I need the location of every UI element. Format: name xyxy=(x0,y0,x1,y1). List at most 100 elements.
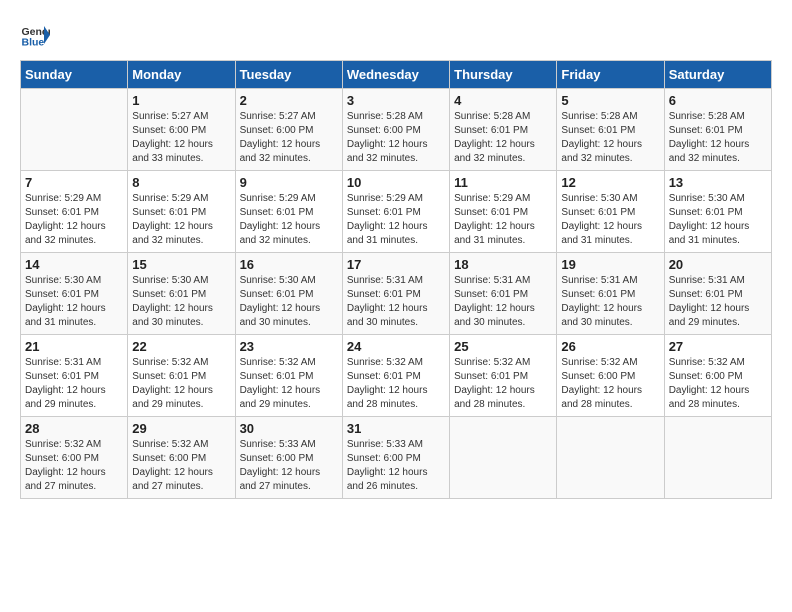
day-info: Sunrise: 5:29 AMSunset: 6:01 PMDaylight:… xyxy=(347,192,445,248)
day-number: 13 xyxy=(669,175,767,190)
day-number: 6 xyxy=(669,93,767,108)
calendar-week-3: 14 Sunrise: 5:30 AMSunset: 6:01 PMDayligh… xyxy=(21,253,772,335)
day-info: Sunrise: 5:31 AMSunset: 6:01 PMDaylight:… xyxy=(561,274,659,330)
day-number: 10 xyxy=(347,175,445,190)
day-number: 20 xyxy=(669,257,767,272)
day-info: Sunrise: 5:31 AMSunset: 6:01 PMDaylight:… xyxy=(347,274,445,330)
calendar-cell: 20 Sunrise: 5:31 AMSunset: 6:01 PMDayligh… xyxy=(664,253,771,335)
day-info: Sunrise: 5:30 AMSunset: 6:01 PMDaylight:… xyxy=(132,274,230,330)
calendar-cell: 3 Sunrise: 5:28 AMSunset: 6:00 PMDaylight… xyxy=(342,89,449,171)
day-info: Sunrise: 5:33 AMSunset: 6:00 PMDaylight:… xyxy=(240,438,338,494)
calendar-cell: 2 Sunrise: 5:27 AMSunset: 6:00 PMDaylight… xyxy=(235,89,342,171)
day-number: 9 xyxy=(240,175,338,190)
day-number: 28 xyxy=(25,421,123,436)
day-number: 11 xyxy=(454,175,552,190)
calendar-cell: 10 Sunrise: 5:29 AMSunset: 6:01 PMDayligh… xyxy=(342,171,449,253)
day-info: Sunrise: 5:28 AMSunset: 6:01 PMDaylight:… xyxy=(669,110,767,166)
calendar-week-4: 21 Sunrise: 5:31 AMSunset: 6:01 PMDayligh… xyxy=(21,335,772,417)
day-info: Sunrise: 5:32 AMSunset: 6:01 PMDaylight:… xyxy=(240,356,338,412)
day-info: Sunrise: 5:27 AMSunset: 6:00 PMDaylight:… xyxy=(240,110,338,166)
calendar-table: Sunday Monday Tuesday Wednesday Thursday… xyxy=(20,60,772,499)
day-info: Sunrise: 5:32 AMSunset: 6:00 PMDaylight:… xyxy=(25,438,123,494)
calendar-week-5: 28 Sunrise: 5:32 AMSunset: 6:00 PMDayligh… xyxy=(21,417,772,499)
header-wednesday: Wednesday xyxy=(342,61,449,89)
calendar-cell: 27 Sunrise: 5:32 AMSunset: 6:00 PMDayligh… xyxy=(664,335,771,417)
day-info: Sunrise: 5:28 AMSunset: 6:01 PMDaylight:… xyxy=(561,110,659,166)
calendar-cell xyxy=(21,89,128,171)
day-number: 21 xyxy=(25,339,123,354)
header-row: Sunday Monday Tuesday Wednesday Thursday… xyxy=(21,61,772,89)
calendar-cell: 5 Sunrise: 5:28 AMSunset: 6:01 PMDaylight… xyxy=(557,89,664,171)
day-number: 24 xyxy=(347,339,445,354)
calendar-cell: 23 Sunrise: 5:32 AMSunset: 6:01 PMDayligh… xyxy=(235,335,342,417)
day-number: 5 xyxy=(561,93,659,108)
calendar-cell: 7 Sunrise: 5:29 AMSunset: 6:01 PMDaylight… xyxy=(21,171,128,253)
calendar-cell: 16Sunrise: 5:30 AMSunset: 6:01 PMDayligh… xyxy=(235,253,342,335)
calendar-cell: 30 Sunrise: 5:33 AMSunset: 6:00 PMDayligh… xyxy=(235,417,342,499)
day-number: 19 xyxy=(561,257,659,272)
logo-icon: General Blue xyxy=(20,20,50,50)
day-number: 18 xyxy=(454,257,552,272)
day-info: Sunrise: 5:32 AMSunset: 6:00 PMDaylight:… xyxy=(561,356,659,412)
calendar-cell: 14 Sunrise: 5:30 AMSunset: 6:01 PMDayligh… xyxy=(21,253,128,335)
header-monday: Monday xyxy=(128,61,235,89)
calendar-cell: 29Sunrise: 5:32 AMSunset: 6:00 PMDayligh… xyxy=(128,417,235,499)
calendar-cell: 25Sunrise: 5:32 AMSunset: 6:01 PMDayligh… xyxy=(450,335,557,417)
calendar-cell: 15 Sunrise: 5:30 AMSunset: 6:01 PMDayligh… xyxy=(128,253,235,335)
calendar-cell: 11 Sunrise: 5:29 AMSunset: 6:01 PMDayligh… xyxy=(450,171,557,253)
logo: General Blue xyxy=(20,20,50,50)
day-number: 27 xyxy=(669,339,767,354)
calendar-cell: 13 Sunrise: 5:30 AMSunset: 6:01 PMDayligh… xyxy=(664,171,771,253)
calendar-body: 1Sunrise: 5:27 AMSunset: 6:00 PMDaylight… xyxy=(21,89,772,499)
day-info: Sunrise: 5:31 AMSunset: 6:01 PMDaylight:… xyxy=(454,274,552,330)
calendar-cell: 4Sunrise: 5:28 AMSunset: 6:01 PMDaylight… xyxy=(450,89,557,171)
calendar-cell: 6 Sunrise: 5:28 AMSunset: 6:01 PMDaylight… xyxy=(664,89,771,171)
day-info: Sunrise: 5:30 AMSunset: 6:01 PMDaylight:… xyxy=(669,192,767,248)
header-friday: Friday xyxy=(557,61,664,89)
day-info: Sunrise: 5:29 AMSunset: 6:01 PMDaylight:… xyxy=(132,192,230,248)
day-info: Sunrise: 5:27 AMSunset: 6:00 PMDaylight:… xyxy=(132,110,230,166)
calendar-cell: 31Sunrise: 5:33 AMSunset: 6:00 PMDayligh… xyxy=(342,417,449,499)
calendar-week-1: 1Sunrise: 5:27 AMSunset: 6:00 PMDaylight… xyxy=(21,89,772,171)
calendar-week-2: 7 Sunrise: 5:29 AMSunset: 6:01 PMDaylight… xyxy=(21,171,772,253)
day-info: Sunrise: 5:32 AMSunset: 6:01 PMDaylight:… xyxy=(132,356,230,412)
day-number: 25 xyxy=(454,339,552,354)
header: General Blue xyxy=(20,20,772,50)
day-number: 7 xyxy=(25,175,123,190)
day-number: 15 xyxy=(132,257,230,272)
day-number: 8 xyxy=(132,175,230,190)
day-number: 14 xyxy=(25,257,123,272)
day-info: Sunrise: 5:32 AMSunset: 6:00 PMDaylight:… xyxy=(669,356,767,412)
day-info: Sunrise: 5:28 AMSunset: 6:00 PMDaylight:… xyxy=(347,110,445,166)
day-info: Sunrise: 5:30 AMSunset: 6:01 PMDaylight:… xyxy=(25,274,123,330)
calendar-cell: 21 Sunrise: 5:31 AMSunset: 6:01 PMDayligh… xyxy=(21,335,128,417)
calendar-cell: 22 Sunrise: 5:32 AMSunset: 6:01 PMDayligh… xyxy=(128,335,235,417)
calendar-cell: 12Sunrise: 5:30 AMSunset: 6:01 PMDayligh… xyxy=(557,171,664,253)
day-info: Sunrise: 5:29 AMSunset: 6:01 PMDaylight:… xyxy=(240,192,338,248)
day-info: Sunrise: 5:31 AMSunset: 6:01 PMDaylight:… xyxy=(25,356,123,412)
calendar-cell: 19 Sunrise: 5:31 AMSunset: 6:01 PMDayligh… xyxy=(557,253,664,335)
day-number: 4 xyxy=(454,93,552,108)
day-number: 23 xyxy=(240,339,338,354)
calendar-cell: 17 Sunrise: 5:31 AMSunset: 6:01 PMDayligh… xyxy=(342,253,449,335)
day-number: 3 xyxy=(347,93,445,108)
day-info: Sunrise: 5:31 AMSunset: 6:01 PMDaylight:… xyxy=(669,274,767,330)
day-number: 2 xyxy=(240,93,338,108)
day-number: 22 xyxy=(132,339,230,354)
calendar-cell: 24Sunrise: 5:32 AMSunset: 6:01 PMDayligh… xyxy=(342,335,449,417)
calendar-cell: 26 Sunrise: 5:32 AMSunset: 6:00 PMDayligh… xyxy=(557,335,664,417)
day-number: 31 xyxy=(347,421,445,436)
header-sunday: Sunday xyxy=(21,61,128,89)
calendar-cell: 18 Sunrise: 5:31 AMSunset: 6:01 PMDayligh… xyxy=(450,253,557,335)
day-info: Sunrise: 5:32 AMSunset: 6:00 PMDaylight:… xyxy=(132,438,230,494)
day-number: 30 xyxy=(240,421,338,436)
day-info: Sunrise: 5:29 AMSunset: 6:01 PMDaylight:… xyxy=(454,192,552,248)
calendar-cell xyxy=(664,417,771,499)
header-saturday: Saturday xyxy=(664,61,771,89)
day-number: 17 xyxy=(347,257,445,272)
day-number: 26 xyxy=(561,339,659,354)
day-info: Sunrise: 5:29 AMSunset: 6:01 PMDaylight:… xyxy=(25,192,123,248)
day-number: 12 xyxy=(561,175,659,190)
calendar-cell xyxy=(450,417,557,499)
calendar-cell: 28 Sunrise: 5:32 AMSunset: 6:00 PMDayligh… xyxy=(21,417,128,499)
